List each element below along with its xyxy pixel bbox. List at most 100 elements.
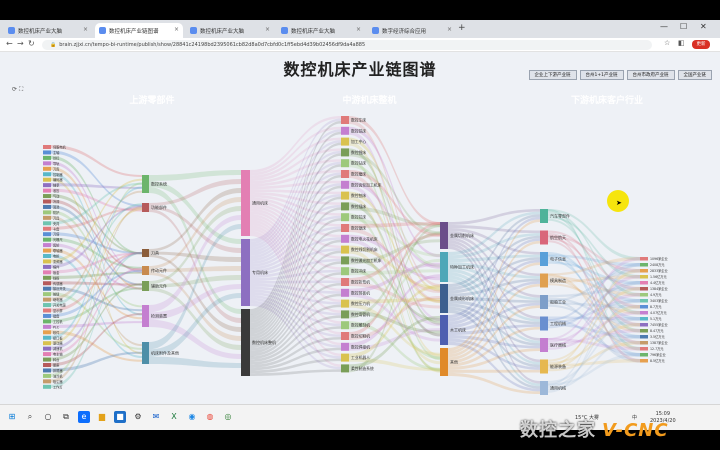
sankey-node[interactable] <box>43 188 51 193</box>
sankey-node[interactable] <box>640 335 648 339</box>
sankey-node[interactable] <box>43 281 51 286</box>
sankey-node[interactable] <box>341 332 349 340</box>
sankey-node[interactable] <box>341 191 349 200</box>
browser-tab[interactable]: 数控机床产业大脑 × <box>277 23 365 38</box>
sankey-node[interactable] <box>640 287 648 291</box>
sankey-node[interactable] <box>43 363 51 367</box>
sankey-node[interactable] <box>540 209 548 223</box>
sankey-node[interactable] <box>43 194 51 199</box>
sankey-node[interactable] <box>341 202 349 211</box>
sankey-node[interactable] <box>43 237 51 242</box>
sankey-node[interactable] <box>640 299 648 303</box>
sankey-node[interactable] <box>43 373 51 378</box>
settings-icon[interactable]: ⚙ <box>132 411 144 423</box>
sankey-node[interactable] <box>341 310 349 319</box>
sankey-node[interactable] <box>43 335 51 340</box>
sankey-node[interactable] <box>43 330 51 335</box>
sankey-node[interactable] <box>640 353 648 357</box>
sankey-node[interactable] <box>440 284 448 313</box>
sankey-node[interactable] <box>540 359 548 374</box>
sankey-node[interactable] <box>640 347 648 351</box>
sankey-node[interactable] <box>341 288 349 297</box>
sankey-node[interactable] <box>640 275 648 279</box>
sankey-node[interactable] <box>142 342 149 364</box>
sankey-node[interactable] <box>43 166 51 171</box>
sankey-node[interactable] <box>640 311 648 315</box>
sankey-node[interactable] <box>440 348 448 376</box>
browser-tab[interactable]: 数控机床产业大脑 × <box>4 23 92 38</box>
sankey-node[interactable] <box>43 292 51 297</box>
sankey-node[interactable] <box>43 319 51 324</box>
sankey-node[interactable] <box>640 269 648 273</box>
sankey-node[interactable] <box>142 266 149 275</box>
sankey-node[interactable] <box>341 342 349 351</box>
chrome-icon[interactable]: ◍ <box>204 411 216 423</box>
sankey-node[interactable] <box>341 159 349 168</box>
file-explorer-icon[interactable]: ▆ <box>96 411 108 423</box>
sankey-node[interactable] <box>341 245 349 254</box>
sankey-node[interactable] <box>43 243 51 248</box>
sankey-node[interactable] <box>341 137 349 146</box>
app3-icon[interactable]: ◎ <box>222 411 234 423</box>
sankey-node[interactable] <box>142 249 149 257</box>
sankey-node[interactable] <box>640 293 648 297</box>
app-icon[interactable]: ■ <box>114 411 126 423</box>
sankey-node[interactable] <box>43 297 51 302</box>
tab-close-icon[interactable]: × <box>447 26 452 33</box>
sankey-node[interactable] <box>43 352 51 357</box>
sankey-node[interactable] <box>43 379 51 384</box>
sankey-node[interactable] <box>440 252 448 282</box>
sankey-node[interactable] <box>142 203 149 212</box>
sankey-node[interactable] <box>341 364 349 373</box>
sankey-node[interactable] <box>640 263 648 267</box>
sankey-node[interactable] <box>341 256 349 265</box>
sankey-node[interactable] <box>640 341 648 345</box>
sankey-node[interactable] <box>43 254 51 258</box>
sankey-node[interactable] <box>341 116 349 124</box>
sankey-node[interactable] <box>43 204 51 209</box>
sankey-node[interactable] <box>341 180 349 189</box>
sankey-node[interactable] <box>241 309 250 376</box>
extensions-icon[interactable]: ◧ <box>678 39 685 47</box>
sankey-node[interactable] <box>341 170 349 178</box>
mail-icon[interactable]: ✉ <box>150 411 162 423</box>
sankey-node[interactable] <box>341 234 349 243</box>
sankey-node[interactable] <box>43 264 51 269</box>
cortana-icon[interactable]: ○ <box>42 411 54 423</box>
sankey-node[interactable] <box>43 368 51 373</box>
sankey-node[interactable] <box>640 329 648 333</box>
sankey-node[interactable] <box>43 248 51 253</box>
windows-start-icon[interactable]: ⊞ <box>6 411 18 423</box>
minimize-button[interactable]: — <box>660 22 668 31</box>
sankey-node[interactable] <box>341 267 349 276</box>
sankey-node[interactable] <box>341 213 349 222</box>
sankey-node[interactable] <box>43 150 51 155</box>
browser-tab[interactable]: 数字经济综合应用 × <box>368 23 456 38</box>
tab-close-icon[interactable]: × <box>356 26 361 33</box>
search-icon[interactable]: ⌕ <box>24 411 36 423</box>
sankey-node[interactable] <box>43 341 51 346</box>
sankey-node[interactable] <box>341 321 349 330</box>
browser-tab[interactable]: 数控机床产业链图谱 × <box>95 23 183 38</box>
tab-close-icon[interactable]: × <box>265 26 270 33</box>
sankey-node[interactable] <box>540 381 548 395</box>
sankey-node[interactable] <box>341 299 349 308</box>
sankey-node[interactable] <box>43 232 51 237</box>
sankey-node[interactable] <box>43 308 51 313</box>
sankey-node[interactable] <box>43 324 51 329</box>
sankey-node[interactable] <box>241 170 250 236</box>
sankey-node[interactable] <box>440 315 448 345</box>
sankey-node[interactable] <box>43 221 51 226</box>
sankey-node[interactable] <box>341 148 349 157</box>
sankey-node[interactable] <box>640 323 648 327</box>
bookmark-star-icon[interactable]: ☆ <box>664 39 670 47</box>
sankey-node[interactable] <box>640 257 648 261</box>
sankey-node[interactable] <box>43 155 51 160</box>
sankey-node[interactable] <box>640 359 648 363</box>
sankey-node[interactable] <box>640 305 648 309</box>
sankey-node[interactable] <box>43 270 51 275</box>
sankey-node[interactable] <box>43 384 51 389</box>
sankey-node[interactable] <box>142 175 149 193</box>
sankey-node[interactable] <box>43 161 51 166</box>
close-window-button[interactable]: ✕ <box>700 22 707 31</box>
